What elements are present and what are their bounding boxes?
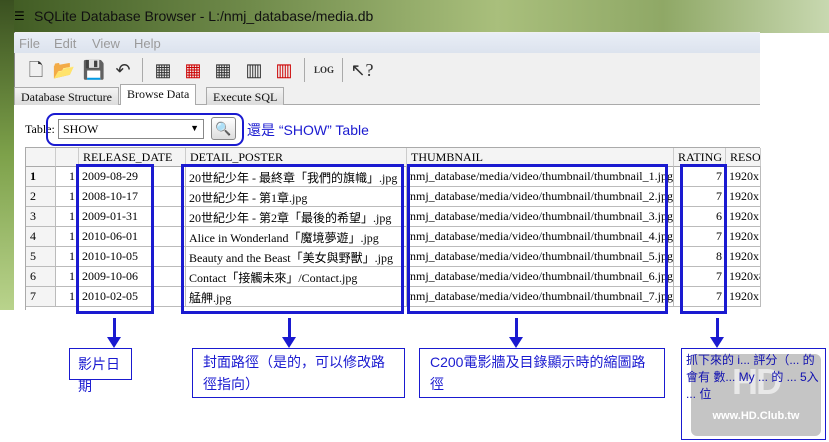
undo-icon[interactable]: ↶ (111, 58, 135, 82)
tab-execute-sql[interactable]: Execute SQL (206, 87, 285, 105)
menu-view[interactable]: View (92, 36, 120, 51)
tab-database-structure[interactable]: Database Structure (14, 87, 119, 105)
open-database-icon[interactable]: 📂 (52, 58, 76, 82)
highlight-frame (76, 164, 154, 314)
highlight-frame (46, 113, 244, 146)
annotation-rating: 抓下來的 i... 評分（... 的會有 數... My ... 的 ... 5… (686, 353, 819, 401)
delete-table-icon[interactable]: ▦ (181, 58, 205, 82)
window-frame (0, 0, 14, 310)
annotation-table: 還是 “SHOW” Table (247, 122, 369, 138)
row-header[interactable]: 2 (26, 187, 56, 207)
create-table-icon[interactable]: ▦ (151, 58, 175, 82)
row-header[interactable]: 1 (26, 167, 56, 187)
row-header[interactable]: 6 (26, 267, 56, 287)
table-cell[interactable]: 1920x1 (726, 187, 761, 207)
row-header[interactable]: 7 (26, 287, 56, 307)
menu-bar: File Edit View Help (14, 33, 760, 53)
create-index-icon[interactable]: ▥ (242, 58, 266, 82)
arrow-down-icon (509, 318, 523, 348)
menu-file[interactable]: File (19, 36, 40, 51)
log-icon[interactable]: LOG (312, 58, 336, 82)
table-cell[interactable]: 1920x1 (726, 287, 761, 307)
table-cell[interactable]: 1920x8 (726, 267, 761, 287)
arrow-down-icon (710, 318, 724, 348)
row-header[interactable]: 3 (26, 207, 56, 227)
menu-edit[interactable]: Edit (54, 36, 76, 51)
row-header[interactable]: 5 (26, 247, 56, 267)
arrow-down-icon (107, 318, 121, 348)
annotation-poster: 封面路徑（是的，可以修改路徑指向） (192, 348, 405, 398)
arrow-down-icon (282, 318, 296, 348)
table-cell[interactable]: 1920x1 (726, 167, 761, 187)
highlight-frame (407, 164, 668, 314)
delete-index-icon[interactable]: ▥ (272, 58, 296, 82)
annotation-date: 影片日期 (69, 348, 132, 394)
whats-this-icon[interactable]: ↖? (350, 58, 374, 82)
column-header[interactable]: RESOI (726, 148, 761, 167)
tab-browse-data[interactable]: Browse Data (120, 84, 197, 105)
table-cell[interactable]: 1920x1 (726, 247, 761, 267)
highlight-frame (181, 164, 404, 314)
annotation-thumbnail: C200電影牆及目錄顯示時的縮圖路徑 (419, 348, 665, 398)
window-title: SQLite Database Browser - L:/nmj_databas… (34, 8, 374, 24)
modify-table-icon[interactable]: ▦ (211, 58, 235, 82)
column-header[interactable] (26, 148, 56, 167)
row-header[interactable]: 4 (26, 227, 56, 247)
toolbar: 🗋 📂 💾 ↶ ▦ ▦ ▦ ▥ ▥ LOG ↖? (14, 55, 760, 85)
new-database-icon[interactable]: 🗋 (24, 58, 48, 82)
table-cell[interactable]: 1920x1 (726, 227, 761, 247)
highlight-frame (680, 164, 727, 314)
menu-help[interactable]: Help (134, 36, 161, 51)
save-icon[interactable]: 💾 (82, 58, 106, 82)
table-cell[interactable]: 1920x1 (726, 207, 761, 227)
database-icon: ☰ (14, 9, 25, 23)
